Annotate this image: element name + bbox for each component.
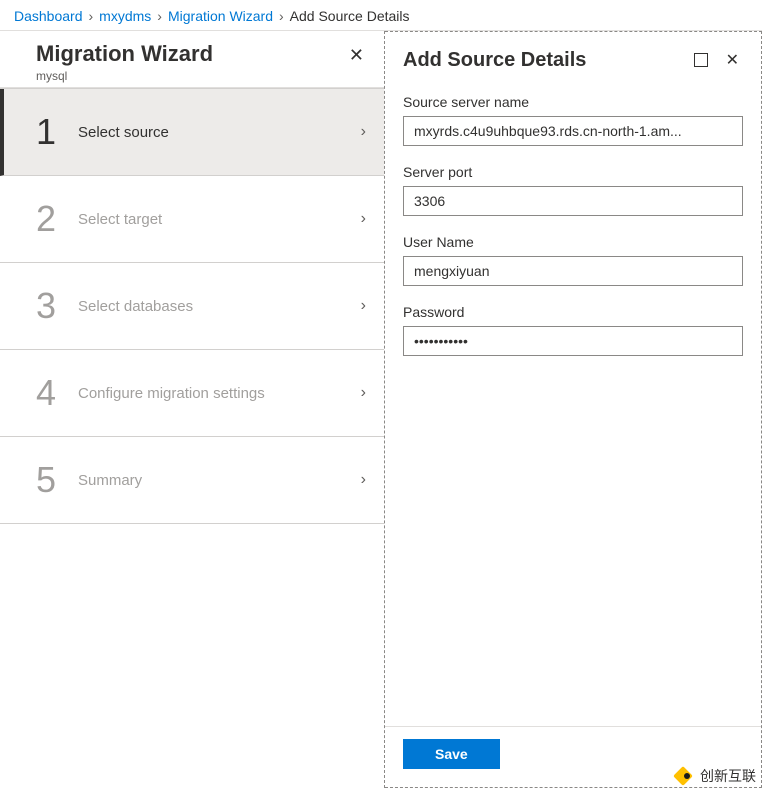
step-label: Summary [78,472,142,489]
wizard-panel: Migration Wizard mysql ✕ 1 Select source… [0,31,385,788]
breadcrumb-migration-wizard[interactable]: Migration Wizard [168,8,273,24]
field-server-name: Source server name [403,94,743,146]
user-name-label: User Name [403,234,743,250]
close-icon[interactable]: ✕ [345,41,368,70]
step-summary[interactable]: 5 Summary › [0,437,384,524]
user-name-input[interactable] [403,256,743,286]
chevron-right-icon: › [279,8,284,24]
step-number: 4 [36,372,60,414]
step-number: 3 [36,285,60,327]
breadcrumb-current: Add Source Details [290,8,410,24]
field-user-name: User Name [403,234,743,286]
password-input[interactable] [403,326,743,356]
chevron-right-icon: › [89,8,94,24]
step-label: Configure migration settings [78,385,265,402]
wizard-subtitle: mysql [36,69,213,83]
chevron-right-icon: › [361,123,366,141]
step-label: Select source [78,124,169,141]
save-button[interactable]: Save [403,739,500,769]
step-number: 5 [36,459,60,501]
wizard-title: Migration Wizard [36,41,213,67]
server-name-input[interactable] [403,116,743,146]
panel-title: Add Source Details [403,49,586,72]
step-number: 1 [36,111,60,153]
step-label: Select databases [78,298,193,315]
server-port-input[interactable] [403,186,743,216]
field-server-port: Server port [403,164,743,216]
breadcrumb: Dashboard › mxydms › Migration Wizard › … [0,0,762,31]
chevron-right-icon: › [361,297,366,315]
watermark-text: 创新互联 [700,766,756,786]
watermark: 创新互联 [672,765,756,787]
close-icon[interactable]: ✕ [722,46,743,74]
password-label: Password [403,304,743,320]
chevron-right-icon: › [361,384,366,402]
breadcrumb-mxydms[interactable]: mxydms [99,8,151,24]
step-configure-settings[interactable]: 4 Configure migration settings › [0,350,384,437]
step-select-source[interactable]: 1 Select source › [0,89,384,176]
step-label: Select target [78,211,162,228]
field-password: Password [403,304,743,356]
server-port-label: Server port [403,164,743,180]
step-number: 2 [36,198,60,240]
details-panel: Add Source Details ✕ Source server name … [385,31,762,788]
step-select-databases[interactable]: 3 Select databases › [0,263,384,350]
watermark-icon [672,765,694,787]
chevron-right-icon: › [361,210,366,228]
breadcrumb-dashboard[interactable]: Dashboard [14,8,83,24]
step-select-target[interactable]: 2 Select target › [0,176,384,263]
wizard-steps: 1 Select source › 2 Select target › 3 Se… [0,88,384,524]
server-name-label: Source server name [403,94,743,110]
source-form: Source server name Server port User Name… [385,94,761,726]
chevron-right-icon: › [361,471,366,489]
maximize-icon[interactable] [694,53,708,67]
chevron-right-icon: › [157,8,162,24]
